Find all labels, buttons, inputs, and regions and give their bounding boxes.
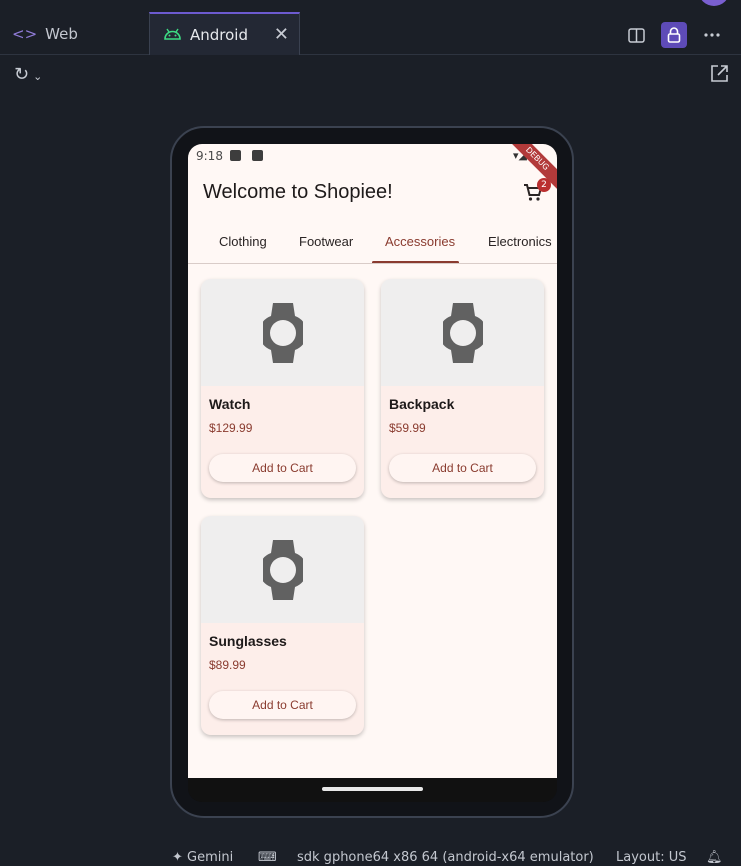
feedback-icon[interactable]: ⌨ bbox=[258, 850, 277, 865]
watch-icon bbox=[262, 539, 303, 600]
close-icon[interactable]: ✕ bbox=[274, 24, 289, 45]
reload-icon: ↻ bbox=[14, 64, 30, 85]
tab-android-label: Android bbox=[190, 25, 248, 44]
code-icon: <> bbox=[12, 24, 38, 43]
shop-app: 9:18 ▾◢ DEBUG Welcome to Shopiee! 2 Clot… bbox=[188, 144, 557, 778]
app-bar: Welcome to Shopiee! 2 bbox=[188, 168, 557, 218]
device-screen[interactable]: 9:18 ▾◢ DEBUG Welcome to Shopiee! 2 Clot… bbox=[188, 144, 557, 802]
android-icon bbox=[164, 26, 181, 44]
gemini-label: Gemini bbox=[187, 850, 234, 865]
add-to-cart-button[interactable]: Add to Cart bbox=[209, 691, 356, 719]
notification-icon bbox=[252, 150, 263, 161]
page-title: Welcome to Shopiee! bbox=[203, 181, 393, 203]
product-image bbox=[381, 279, 544, 386]
product-card[interactable]: Backpack $59.99 Add to Cart bbox=[381, 279, 544, 498]
gemini-status[interactable]: ✦ Gemini bbox=[172, 850, 233, 865]
product-card[interactable]: Watch $129.99 Add to Cart bbox=[201, 279, 364, 498]
keyboard-layout[interactable]: Layout: US bbox=[616, 850, 686, 865]
product-name: Watch bbox=[209, 396, 251, 412]
active-tab-indicator bbox=[372, 261, 459, 263]
cart-button[interactable]: 2 bbox=[523, 178, 551, 202]
category-tabs: Clothing Footwear Accessories Electronic… bbox=[188, 218, 557, 264]
home-gesture-pill[interactable] bbox=[322, 787, 423, 791]
avatar[interactable] bbox=[699, 0, 729, 6]
product-card[interactable]: Sunglasses $89.99 Add to Cart bbox=[201, 516, 364, 735]
sparkle-icon: ✦ bbox=[172, 850, 188, 865]
product-image bbox=[201, 279, 364, 386]
watch-icon bbox=[262, 302, 303, 363]
tab-electronics[interactable]: Electronics bbox=[488, 234, 552, 249]
android-nav-bar bbox=[188, 778, 557, 802]
tab-android[interactable]: Android ✕ bbox=[149, 12, 300, 55]
device-frame: 9:18 ▾◢ DEBUG Welcome to Shopiee! 2 Clot… bbox=[170, 126, 574, 818]
product-price: $129.99 bbox=[209, 421, 253, 435]
shield-icon bbox=[230, 150, 241, 161]
ide-tab-bar: <> Web Android ✕ bbox=[0, 0, 741, 55]
android-status-bar: 9:18 ▾◢ DEBUG bbox=[188, 144, 557, 193]
chevron-down-icon[interactable]: ⌄ bbox=[33, 70, 42, 83]
product-price: $89.99 bbox=[209, 658, 246, 672]
add-to-cart-button[interactable]: Add to Cart bbox=[209, 454, 356, 482]
product-image bbox=[201, 516, 364, 623]
cart-count-badge: 2 bbox=[537, 178, 551, 192]
tab-clothing[interactable]: Clothing bbox=[219, 234, 267, 249]
bell-icon[interactable]: 🔔︎ bbox=[706, 850, 723, 865]
device-selector[interactable]: sdk gphone64 x86 64 (android-x64 emulato… bbox=[297, 850, 594, 865]
split-view-icon[interactable] bbox=[623, 24, 649, 46]
tab-web[interactable]: <> Web bbox=[12, 12, 78, 55]
reload-button[interactable]: ↻ ⌄ bbox=[14, 64, 42, 85]
product-name: Sunglasses bbox=[209, 633, 287, 649]
open-external-icon[interactable] bbox=[710, 64, 729, 87]
watch-icon bbox=[442, 302, 483, 363]
product-price: $59.99 bbox=[389, 421, 426, 435]
clock: 9:18 bbox=[196, 149, 223, 163]
ide-status-bar: ✦ Gemini ⌨ sdk gphone64 x86 64 (android-… bbox=[0, 848, 741, 866]
tab-footwear[interactable]: Footwear bbox=[299, 234, 353, 249]
tab-accessories[interactable]: Accessories bbox=[385, 234, 455, 249]
more-icon[interactable] bbox=[699, 24, 725, 46]
tab-web-label: Web bbox=[45, 24, 78, 43]
emulator-toolbar: ↻ ⌄ bbox=[0, 56, 741, 96]
add-to-cart-button[interactable]: Add to Cart bbox=[389, 454, 536, 482]
lock-icon[interactable] bbox=[661, 22, 687, 48]
product-name: Backpack bbox=[389, 396, 455, 412]
